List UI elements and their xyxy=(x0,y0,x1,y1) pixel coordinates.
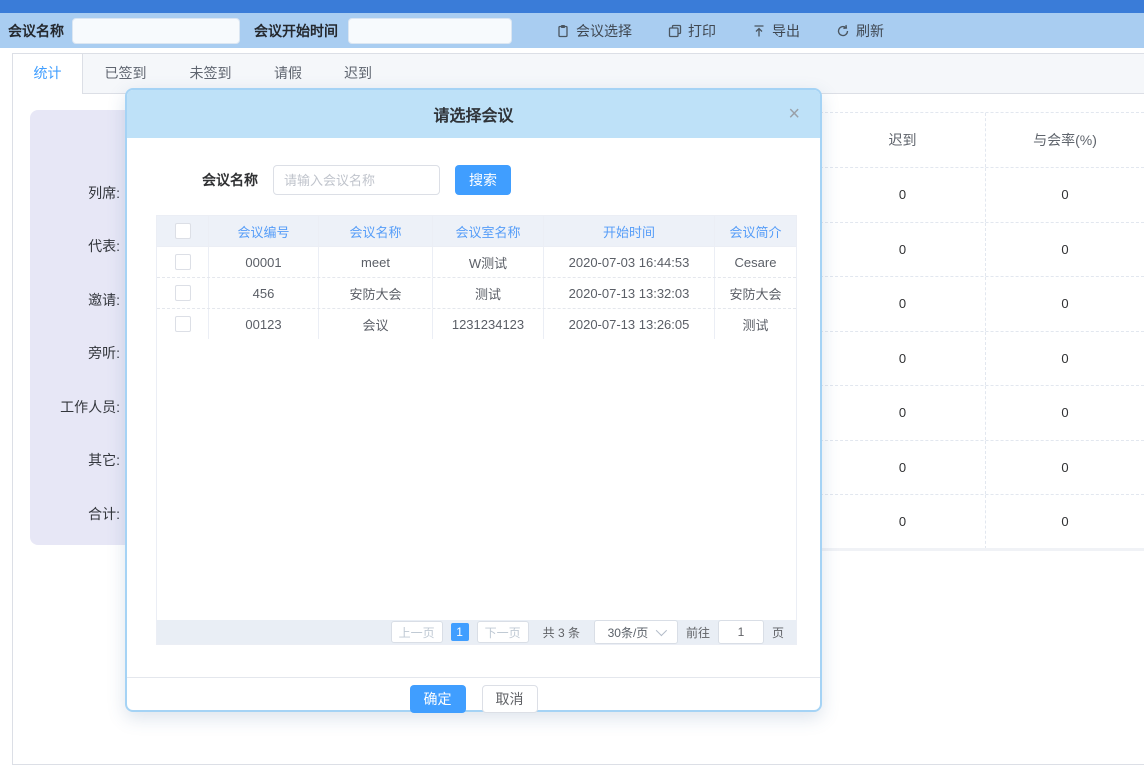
toolbar-actions: 会议选择 打印 导出 刷新 xyxy=(556,21,884,41)
row-checkbox[interactable] xyxy=(175,285,191,301)
stats-row: 0 0 xyxy=(820,331,1144,386)
goto-label: 前往 xyxy=(686,624,710,641)
current-page-button[interactable]: 1 xyxy=(451,623,469,641)
stat-row-label: 工作人员: xyxy=(30,380,120,434)
search-label: 会议名称 xyxy=(202,170,258,190)
refresh-button[interactable]: 刷新 xyxy=(836,21,884,41)
clipboard-icon xyxy=(556,24,570,38)
footer-divider xyxy=(127,677,820,678)
meeting-name-search-input[interactable] xyxy=(273,165,440,195)
stats-col-late: 迟到 xyxy=(820,113,986,167)
meeting-select-dialog: 请选择会议 × 会议名称 搜索 会议编号 会议名称 会议室名称 开始时间 会议简… xyxy=(125,88,822,712)
dialog-header: 请选择会议 × xyxy=(127,90,820,138)
dialog-title: 请选择会议 xyxy=(433,102,513,126)
stats-table-bottom-edge xyxy=(820,548,1144,551)
stat-row-label: 合计: xyxy=(30,487,120,541)
meeting-name-input[interactable] xyxy=(72,18,240,44)
pagination-bar: 上一页 1 下一页 共 3 条 30条/页 前往 页 xyxy=(157,620,796,644)
meeting-start-time-label: 会议开始时间 xyxy=(254,21,338,41)
table-row[interactable]: 456 安防大会 测试 2020-07-13 13:32:03 安防大会 xyxy=(157,277,796,308)
meeting-name-label: 会议名称 xyxy=(8,21,64,41)
stats-row: 0 0 xyxy=(820,440,1144,495)
col-meeting-intro: 会议简介 xyxy=(715,216,796,246)
stats-row: 0 0 xyxy=(820,385,1144,440)
row-checkbox[interactable] xyxy=(175,254,191,270)
table-row[interactable]: 00123 会议 1231234123 2020-07-13 13:26:05 … xyxy=(157,308,796,339)
stat-row-label: 其它: xyxy=(30,434,120,488)
stats-table-header: 迟到 与会率(%) xyxy=(820,112,1144,167)
stat-row-label: 列席: xyxy=(30,166,120,220)
stat-row-label: 邀请: xyxy=(30,273,120,327)
stats-table: 迟到 与会率(%) 0 0 0 0 0 0 0 0 0 0 0 0 0 0 xyxy=(820,112,1144,550)
stat-row-label: 旁听: xyxy=(30,327,120,381)
search-button[interactable]: 搜索 xyxy=(455,165,511,195)
select-all-checkbox[interactable] xyxy=(175,223,191,239)
col-meeting-code: 会议编号 xyxy=(209,216,319,246)
app-root: 会议名称 会议开始时间 会议选择 打印 导出 xyxy=(0,0,1144,765)
print-icon xyxy=(668,24,682,38)
toolbar: 会议名称 会议开始时间 会议选择 打印 导出 xyxy=(0,13,1144,48)
prev-page-button[interactable]: 上一页 xyxy=(391,621,443,643)
meeting-start-time-input[interactable] xyxy=(348,18,512,44)
meeting-table-header: 会议编号 会议名称 会议室名称 开始时间 会议简介 xyxy=(157,216,796,246)
stat-row-label: 代表: xyxy=(30,220,120,274)
top-blue-bar xyxy=(0,0,1144,13)
stats-row: 0 0 xyxy=(820,222,1144,277)
export-button[interactable]: 导出 xyxy=(752,21,800,41)
print-button[interactable]: 打印 xyxy=(668,21,716,41)
meeting-select-button[interactable]: 会议选择 xyxy=(556,21,632,41)
col-start-time: 开始时间 xyxy=(544,216,715,246)
table-empty-area xyxy=(157,339,796,620)
col-room-name: 会议室名称 xyxy=(433,216,544,246)
tab-statistics[interactable]: 统计 xyxy=(13,54,83,94)
goto-page-input[interactable] xyxy=(718,620,764,644)
stats-row: 0 0 xyxy=(820,167,1144,222)
stats-row: 0 0 xyxy=(820,276,1144,331)
stats-col-attendance-rate: 与会率(%) xyxy=(986,113,1144,167)
col-meeting-name: 会议名称 xyxy=(319,216,433,246)
goto-suffix: 页 xyxy=(772,624,784,641)
dialog-footer: 确定 取消 xyxy=(127,685,820,713)
refresh-icon xyxy=(836,24,850,38)
row-checkbox[interactable] xyxy=(175,316,191,332)
export-icon xyxy=(752,24,766,38)
close-icon[interactable]: × xyxy=(788,90,800,138)
total-count-text: 共 3 条 xyxy=(543,624,580,641)
next-page-button[interactable]: 下一页 xyxy=(477,621,529,643)
dialog-search-row: 会议名称 搜索 xyxy=(202,165,511,195)
table-row[interactable]: 00001 meet W测试 2020-07-03 16:44:53 Cesar… xyxy=(157,246,796,277)
stats-row: 0 0 xyxy=(820,494,1144,550)
page-size-select[interactable]: 30条/页 xyxy=(594,620,678,644)
cancel-button[interactable]: 取消 xyxy=(482,685,538,713)
chevron-down-icon xyxy=(656,625,667,636)
meeting-table: 会议编号 会议名称 会议室名称 开始时间 会议简介 00001 meet W测试… xyxy=(156,215,797,645)
confirm-button[interactable]: 确定 xyxy=(410,685,466,713)
